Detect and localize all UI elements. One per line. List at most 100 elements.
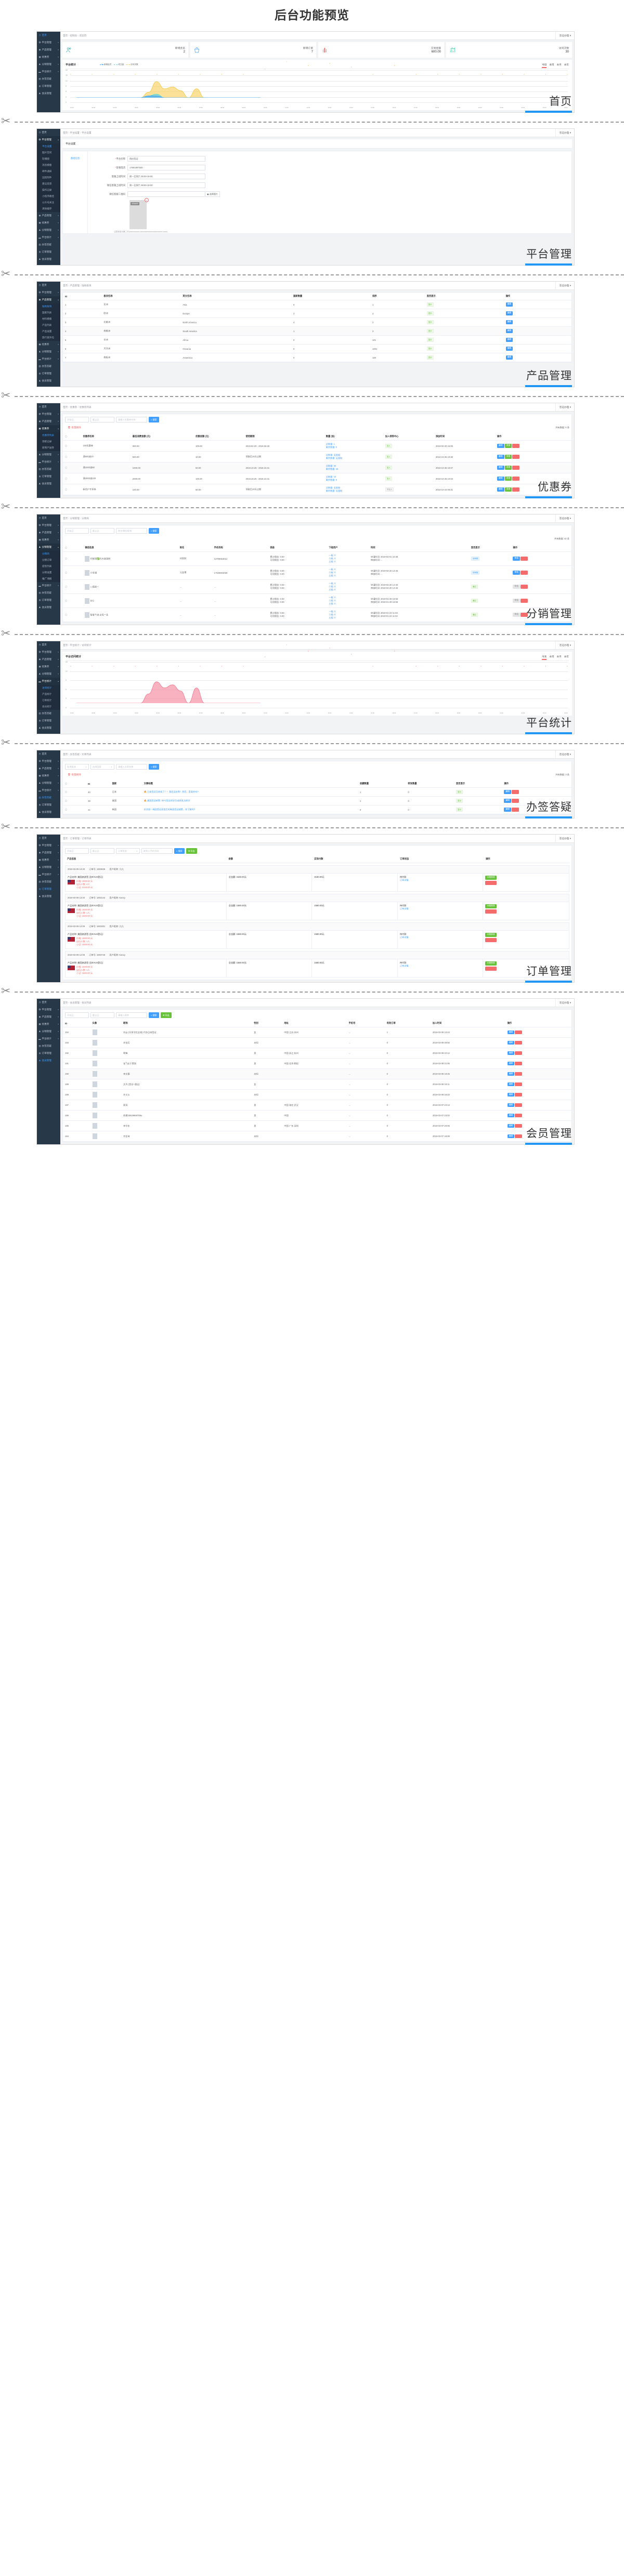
sidebar-item-7[interactable]: ◍ 订单管理 (37, 597, 60, 604)
add-button[interactable]: ⊕ 添加 (85, 424, 98, 431)
sidebar-subitem-10[interactable]: 清除缓存 (37, 206, 60, 212)
tab-本年[interactable]: 本年 (564, 655, 569, 658)
sidebar-item-7[interactable]: ◍ 订单管理 (37, 717, 60, 724)
sidebar-item-0[interactable]: ◷ 首页 (37, 32, 60, 39)
batch-delete-button[interactable]: 🗑 批量删除 (65, 771, 84, 778)
search-button[interactable]: ⌕ 搜索 (149, 417, 159, 422)
sidebar-item-7[interactable]: ◍ 订单管理 (37, 886, 60, 893)
sidebar-item-0[interactable]: ◷ 首页 (37, 282, 60, 289)
tab-本周[interactable]: 本周 (549, 63, 554, 67)
edit-button[interactable]: 编辑 (507, 1040, 515, 1045)
sidebar-item-4[interactable]: ♟ 分销管理 ▾ (37, 864, 60, 871)
sidebar-item-5[interactable]: ▬ 平台统计 ▾ (37, 355, 60, 363)
sidebar-subitem-3[interactable]: 消息模版 (37, 162, 60, 168)
review-button[interactable]: 审核 (513, 613, 520, 617)
delete-button[interactable]: 删除 (521, 557, 528, 561)
add-article-button[interactable]: ⊕ 添加文章 (85, 771, 103, 778)
sidebar-item-1[interactable]: ✪ 平台管理 ▾ (37, 1006, 60, 1013)
delete-button[interactable]: 删除 (512, 444, 520, 448)
sidebar-subitem-6[interactable]: 建议反馈 (37, 181, 60, 187)
sidebar-item-3[interactable]: ▣ 优惠券 ▾ (37, 856, 60, 864)
batch-approve-button[interactable]: ✔ 批量通过 (65, 535, 83, 542)
select-all-checkbox[interactable] (65, 435, 67, 438)
edit-button[interactable]: 编辑 (507, 1113, 515, 1118)
batch-delete-button[interactable]: 🗑 批量删除 (65, 424, 84, 431)
row-checkbox[interactable] (65, 808, 67, 811)
breadcrumb-item[interactable]: 首页 (63, 131, 68, 134)
form-tab-basic[interactable]: 基础信息 (63, 157, 87, 160)
edit-button[interactable]: 编辑 (507, 1061, 515, 1066)
edit-button[interactable]: 编辑 (507, 1030, 515, 1035)
sidebar-subitem-2[interactable]: 新用户送券 (37, 445, 60, 451)
delete-button[interactable]: 删除 (515, 1113, 522, 1118)
article-title-link[interactable]: 好消息！韩国签证放宽后的韩国签证政策，你了解吗? (144, 808, 196, 811)
edit-button[interactable]: 编辑 (504, 799, 511, 803)
sidebar-item-5[interactable]: ▬ 平台统计 ▾ (37, 787, 60, 794)
review-button[interactable]: 审核 (513, 599, 520, 603)
edit-button[interactable]: 编辑 (507, 1092, 515, 1097)
sidebar-item-5[interactable]: ▬ 平台统计 ▾ (37, 68, 60, 75)
edit-button[interactable]: 编辑 (504, 790, 511, 794)
delete-order-button[interactable]: 删除订单 (485, 909, 497, 914)
sidebar-item-0[interactable]: ◷ 首页 (37, 514, 60, 522)
end-date-input[interactable]: 截止日 (90, 528, 114, 534)
user-menu[interactable]: 签证办理 ▾ (555, 641, 571, 650)
delete-button[interactable]: 删除 (512, 466, 520, 470)
tab-今天[interactable]: 今天 (542, 655, 547, 658)
sidebar-item-1[interactable]: ✪ 平台管理 ▾ (37, 39, 60, 46)
sidebar-item-4[interactable]: ♟ 分销管理 ▾ (37, 227, 60, 234)
sidebar-item-6[interactable]: ▥ 办签答疑 (37, 466, 60, 473)
sidebar-subitem-2[interactable]: 轮播图 (37, 156, 60, 162)
region-select[interactable]: 陆地板块 ▼ (65, 764, 89, 770)
sidebar-item-8[interactable]: ♟ 会员管理 (37, 604, 60, 611)
name-input[interactable]: 姓名/微信昵称 (116, 528, 147, 534)
issue-button[interactable]: 发放 (504, 444, 512, 448)
sidebar-item-6[interactable]: ▥ 办签答疑 (37, 794, 60, 801)
sidebar-item-2[interactable]: ◉ 产品管理 ▾ (37, 656, 60, 663)
user-menu[interactable]: 签证办理 ▾ (555, 282, 571, 290)
edit-button[interactable]: 编辑 (497, 477, 504, 481)
sidebar-item-6[interactable]: ▥ 办签答疑 (37, 363, 60, 370)
review-button[interactable]: 审核 (513, 571, 520, 575)
user-menu[interactable]: 签证办理 ▾ (555, 835, 571, 843)
row-checkbox[interactable] (65, 790, 67, 793)
delete-button[interactable]: 删除 (521, 599, 528, 603)
sidebar-item-6[interactable]: ▥ 办签答疑 (37, 710, 60, 717)
search-button[interactable]: ⌕ 搜索 (149, 528, 159, 534)
sidebar-subitem-7[interactable]: 操作记录 (37, 187, 60, 193)
breadcrumb-item[interactable]: 订单管理 (70, 837, 79, 840)
sidebar-item-4[interactable]: ♟ 分销管理 ▴ (37, 544, 60, 551)
delete-button[interactable]: 删除 (515, 1103, 522, 1107)
sidebar-item-0[interactable]: ◷ 首页 (37, 403, 60, 411)
article-title-link[interactable]: 日本签证又收紧了？！我还没去啊！然而，是真的吗? (147, 790, 199, 793)
sidebar-item-4[interactable]: ♟ 分销管理 ▾ (37, 780, 60, 787)
user-menu[interactable]: 签证办理 ▾ (555, 750, 571, 759)
sidebar-item-0[interactable]: ◷ 首页 (37, 129, 60, 136)
search-button[interactable]: ⌕ 搜索 (149, 764, 159, 770)
field-input[interactable] (127, 191, 205, 197)
delete-button[interactable]: 删除 (515, 1051, 522, 1055)
user-menu[interactable]: 签证办理 ▾ (555, 999, 571, 1007)
sidebar-subitem-1[interactable]: 领取记录 (37, 439, 60, 445)
sidebar-item-3[interactable]: ▣ 优惠券 ▴ (37, 425, 60, 432)
sidebar-item-2[interactable]: ◉ 产品管理 ▾ (37, 418, 60, 425)
breadcrumb-item[interactable]: 首页 (63, 284, 68, 287)
edit-button[interactable]: 编辑 (505, 347, 513, 351)
breadcrumb-item[interactable]: 会员管理 (70, 1001, 79, 1004)
edit-button[interactable]: 编辑 (497, 444, 504, 448)
delete-button[interactable]: 删除 (515, 1061, 522, 1066)
edit-button[interactable]: 编辑 (497, 487, 504, 492)
sidebar-item-1[interactable]: ✪ 平台管理 ▾ (37, 649, 60, 656)
user-menu[interactable]: 签证办理 ▾ (555, 514, 571, 523)
delete-button[interactable]: 删除 (512, 790, 519, 794)
row-checkbox[interactable] (65, 444, 67, 447)
sidebar-item-4[interactable]: ♟ 分销管理 ▾ (37, 348, 60, 355)
start-date-input[interactable]: 开始日 (65, 848, 89, 854)
sidebar-item-2[interactable]: ◉ 产品管理 ▴ (37, 296, 60, 303)
breadcrumb-item[interactable]: 首页 (63, 837, 68, 840)
search-button[interactable]: ⌕ 搜索 (174, 848, 185, 854)
sidebar-subitem-0[interactable]: 平台设置 (37, 143, 60, 150)
breadcrumb-item[interactable]: 优惠券 (70, 406, 77, 408)
sidebar-item-1[interactable]: ✪ 平台管理 ▾ (37, 289, 60, 296)
issue-button[interactable]: 发放 (504, 487, 512, 492)
